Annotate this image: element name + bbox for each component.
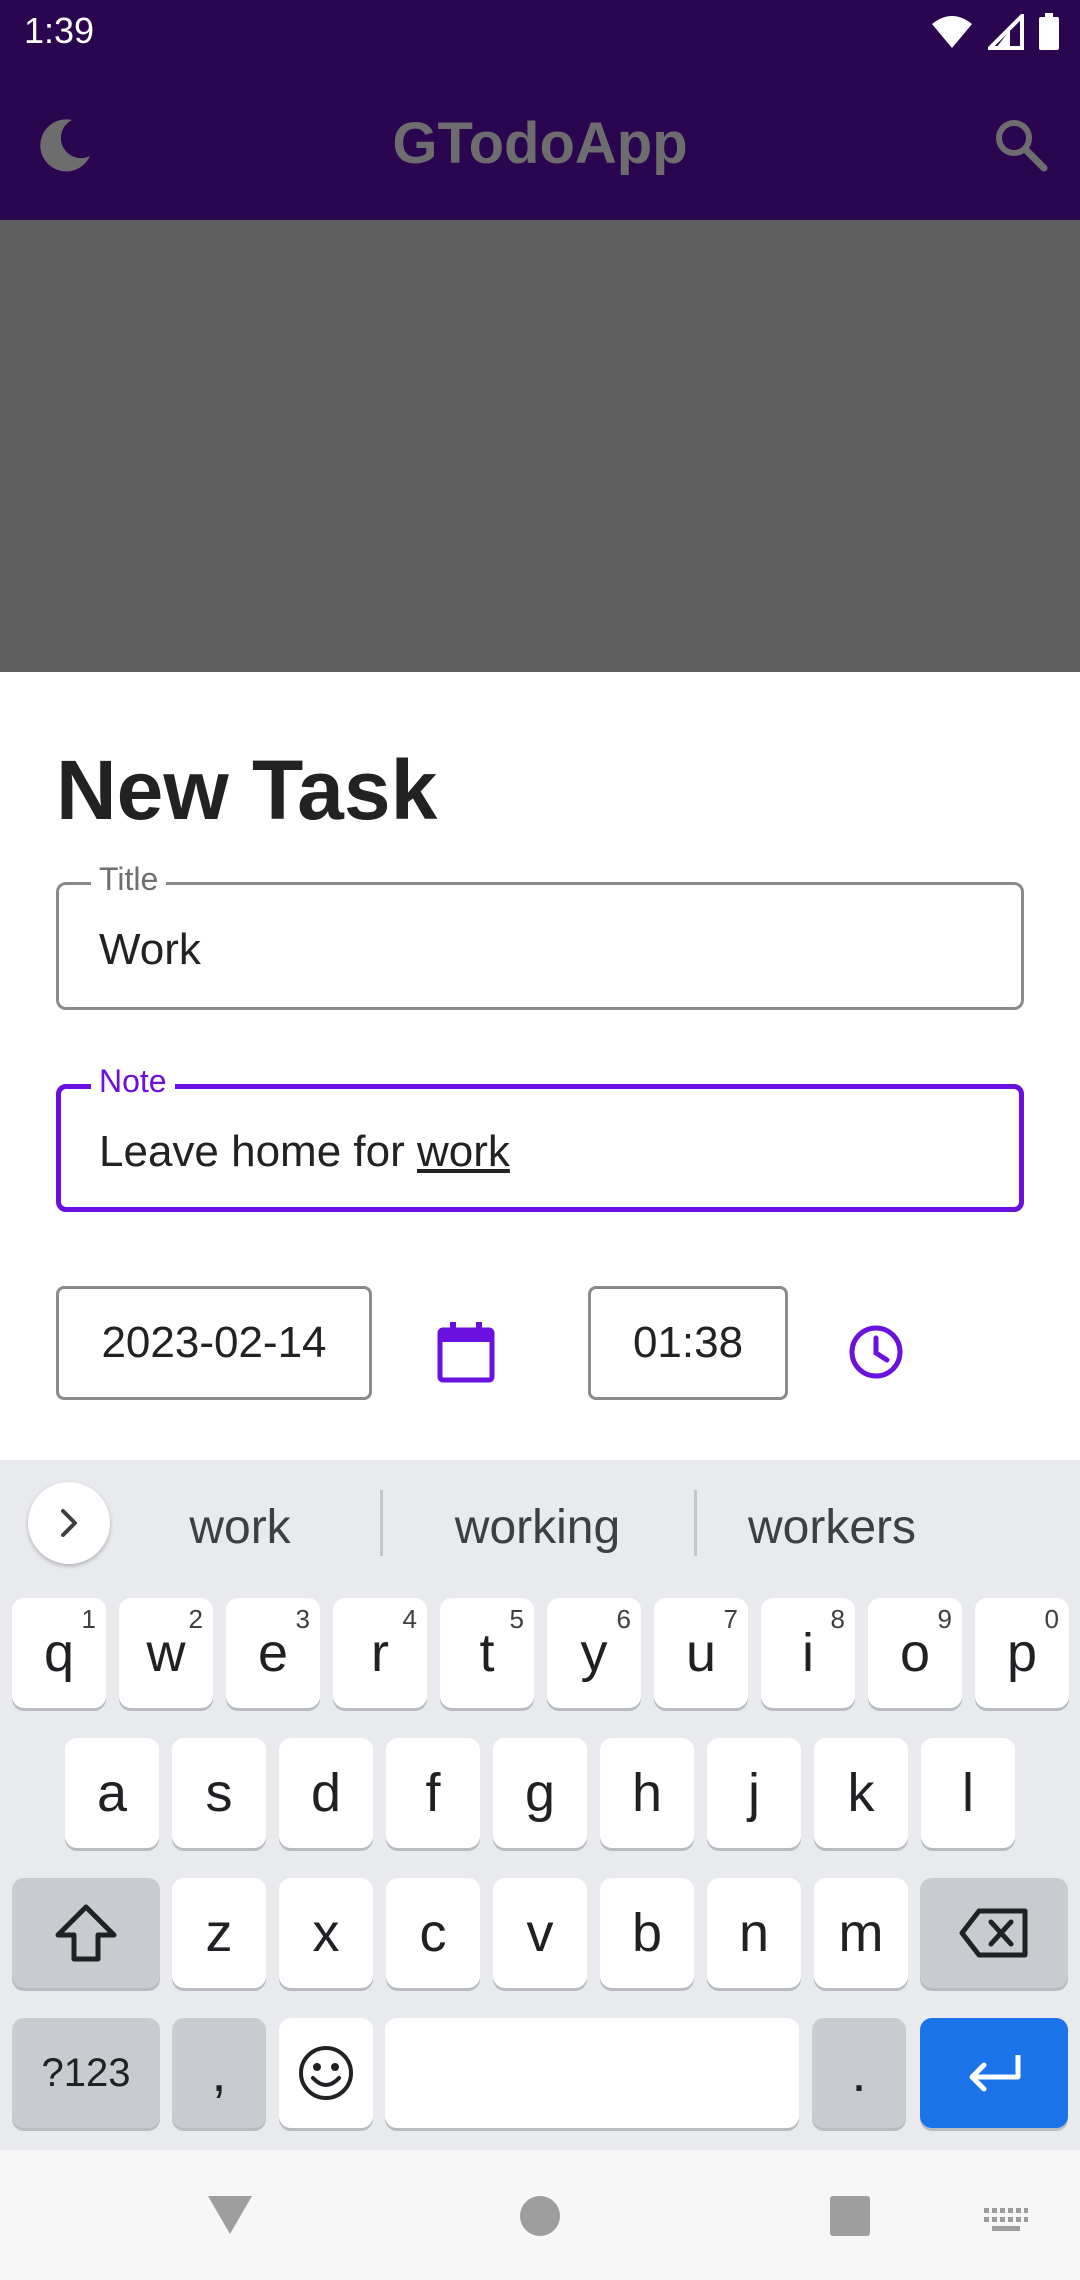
key-o[interactable]: o9 (868, 1598, 962, 1708)
key-hint: 6 (616, 1604, 631, 1634)
key-hint: 8 (830, 1604, 845, 1634)
key-r[interactable]: r4 (333, 1598, 427, 1708)
key-x[interactable]: x (279, 1878, 373, 1988)
key-label: p (1006, 1623, 1038, 1683)
recents-icon[interactable] (828, 2194, 872, 2238)
key-w[interactable]: w2 (119, 1598, 213, 1708)
navigation-bar (0, 2150, 1080, 2280)
key-label: o (899, 1623, 931, 1683)
key-label: t (479, 1623, 495, 1683)
date-field[interactable]: 2023-02-14 (56, 1286, 372, 1400)
suggestion-1[interactable]: work (140, 1500, 340, 1555)
status-time: 1:39 (24, 10, 95, 51)
key-hint: 4 (402, 1604, 417, 1634)
key-k[interactable]: k (814, 1738, 908, 1848)
title-field-label: Title (91, 861, 167, 898)
clock-icon[interactable] (846, 1322, 906, 1382)
note-field-value: Leave home for work (99, 1127, 510, 1177)
search-icon[interactable] (988, 112, 1052, 176)
key-hint: 2 (188, 1604, 203, 1634)
key-c[interactable]: c (386, 1878, 480, 1988)
key-label: u (685, 1623, 717, 1683)
status-bar: 1:39 (0, 0, 1080, 66)
key-p[interactable]: p0 (975, 1598, 1069, 1708)
key-hint: 7 (723, 1604, 738, 1634)
key-s[interactable]: s (172, 1738, 266, 1848)
key-l[interactable]: l (921, 1738, 1015, 1848)
key-n[interactable]: n (707, 1878, 801, 1988)
key-z[interactable]: z (172, 1878, 266, 1988)
key-v[interactable]: v (493, 1878, 587, 1988)
backspace-icon (959, 1908, 1028, 1958)
title-field-value: Work (99, 925, 201, 974)
key-label: r (371, 1623, 389, 1683)
key-t[interactable]: t5 (440, 1598, 534, 1708)
chevron-right-icon (61, 1509, 77, 1537)
key-d[interactable]: d (279, 1738, 373, 1848)
key-f[interactable]: f (386, 1738, 480, 1848)
key-u[interactable]: u7 (654, 1598, 748, 1708)
suggestion-strip: work working workers (0, 1460, 1080, 1584)
home-icon[interactable] (518, 2194, 562, 2238)
key-hint: 1 (81, 1604, 96, 1634)
note-field[interactable]: Note Leave home for work (56, 1063, 1024, 1212)
scrim-overlay[interactable] (0, 220, 1080, 672)
battery-icon (1039, 13, 1059, 50)
back-icon[interactable] (204, 2190, 256, 2238)
key-b[interactable]: b (600, 1878, 694, 1988)
key-hint: 0 (1044, 1604, 1059, 1634)
keyboard-switch-icon[interactable] (984, 2208, 1028, 2236)
enter-icon (969, 2055, 1021, 2092)
suggestion-divider (694, 1490, 697, 1556)
key-q[interactable]: q1 (12, 1598, 106, 1708)
space-key[interactable] (385, 2018, 799, 2128)
suggestion-2[interactable]: working (420, 1500, 655, 1555)
period-key[interactable]: . (812, 2018, 906, 2128)
key-y[interactable]: y6 (547, 1598, 641, 1708)
backspace-key[interactable] (920, 1878, 1068, 1988)
key-e[interactable]: e3 (226, 1598, 320, 1708)
note-text-composing: work (416, 1127, 510, 1176)
note-field-label: Note (91, 1063, 175, 1100)
key-m[interactable]: m (814, 1878, 908, 1988)
sheet-heading: New Task (56, 743, 438, 837)
key-hint: 3 (295, 1604, 310, 1634)
signal-icon (988, 14, 1024, 50)
suggestion-divider (380, 1490, 383, 1556)
status-icons (930, 12, 1060, 52)
key-label: e (257, 1623, 289, 1683)
wifi-icon (932, 16, 972, 48)
key-h[interactable]: h (600, 1738, 694, 1848)
key-j[interactable]: j (707, 1738, 801, 1848)
calendar-icon[interactable] (436, 1320, 496, 1384)
symbols-key[interactable]: ?123 (12, 2018, 160, 2128)
enter-key[interactable] (920, 2018, 1068, 2128)
suggestion-3[interactable]: workers (722, 1500, 942, 1555)
title-field[interactable]: Title Work (56, 861, 1024, 1010)
comma-key[interactable]: , (172, 2018, 266, 2128)
note-text-prefix: Leave home for (99, 1127, 417, 1176)
app-bar: GTodoApp (0, 66, 1080, 220)
key-a[interactable]: a (65, 1738, 159, 1848)
key-label: i (802, 1623, 814, 1683)
soft-keyboard: work working workers q1 w2 e3 r4 t5 y6 u… (0, 1460, 1080, 2150)
key-i[interactable]: i8 (761, 1598, 855, 1708)
shift-key[interactable] (12, 1878, 160, 1988)
key-g[interactable]: g (493, 1738, 587, 1848)
emoji-icon (299, 2046, 353, 2100)
expand-suggestions-button[interactable] (28, 1482, 110, 1564)
app-title: GTodoApp (392, 111, 688, 176)
shift-icon (55, 1904, 117, 1962)
new-task-sheet: New Task Title Work Note Leave home for … (0, 672, 1080, 1460)
emoji-key[interactable] (279, 2018, 373, 2128)
key-hint: 5 (509, 1604, 524, 1634)
key-hint: 9 (937, 1604, 952, 1634)
key-label: q (43, 1623, 75, 1683)
key-label: y (580, 1623, 608, 1683)
key-label: w (146, 1623, 186, 1683)
time-field[interactable]: 01:38 (588, 1286, 788, 1400)
